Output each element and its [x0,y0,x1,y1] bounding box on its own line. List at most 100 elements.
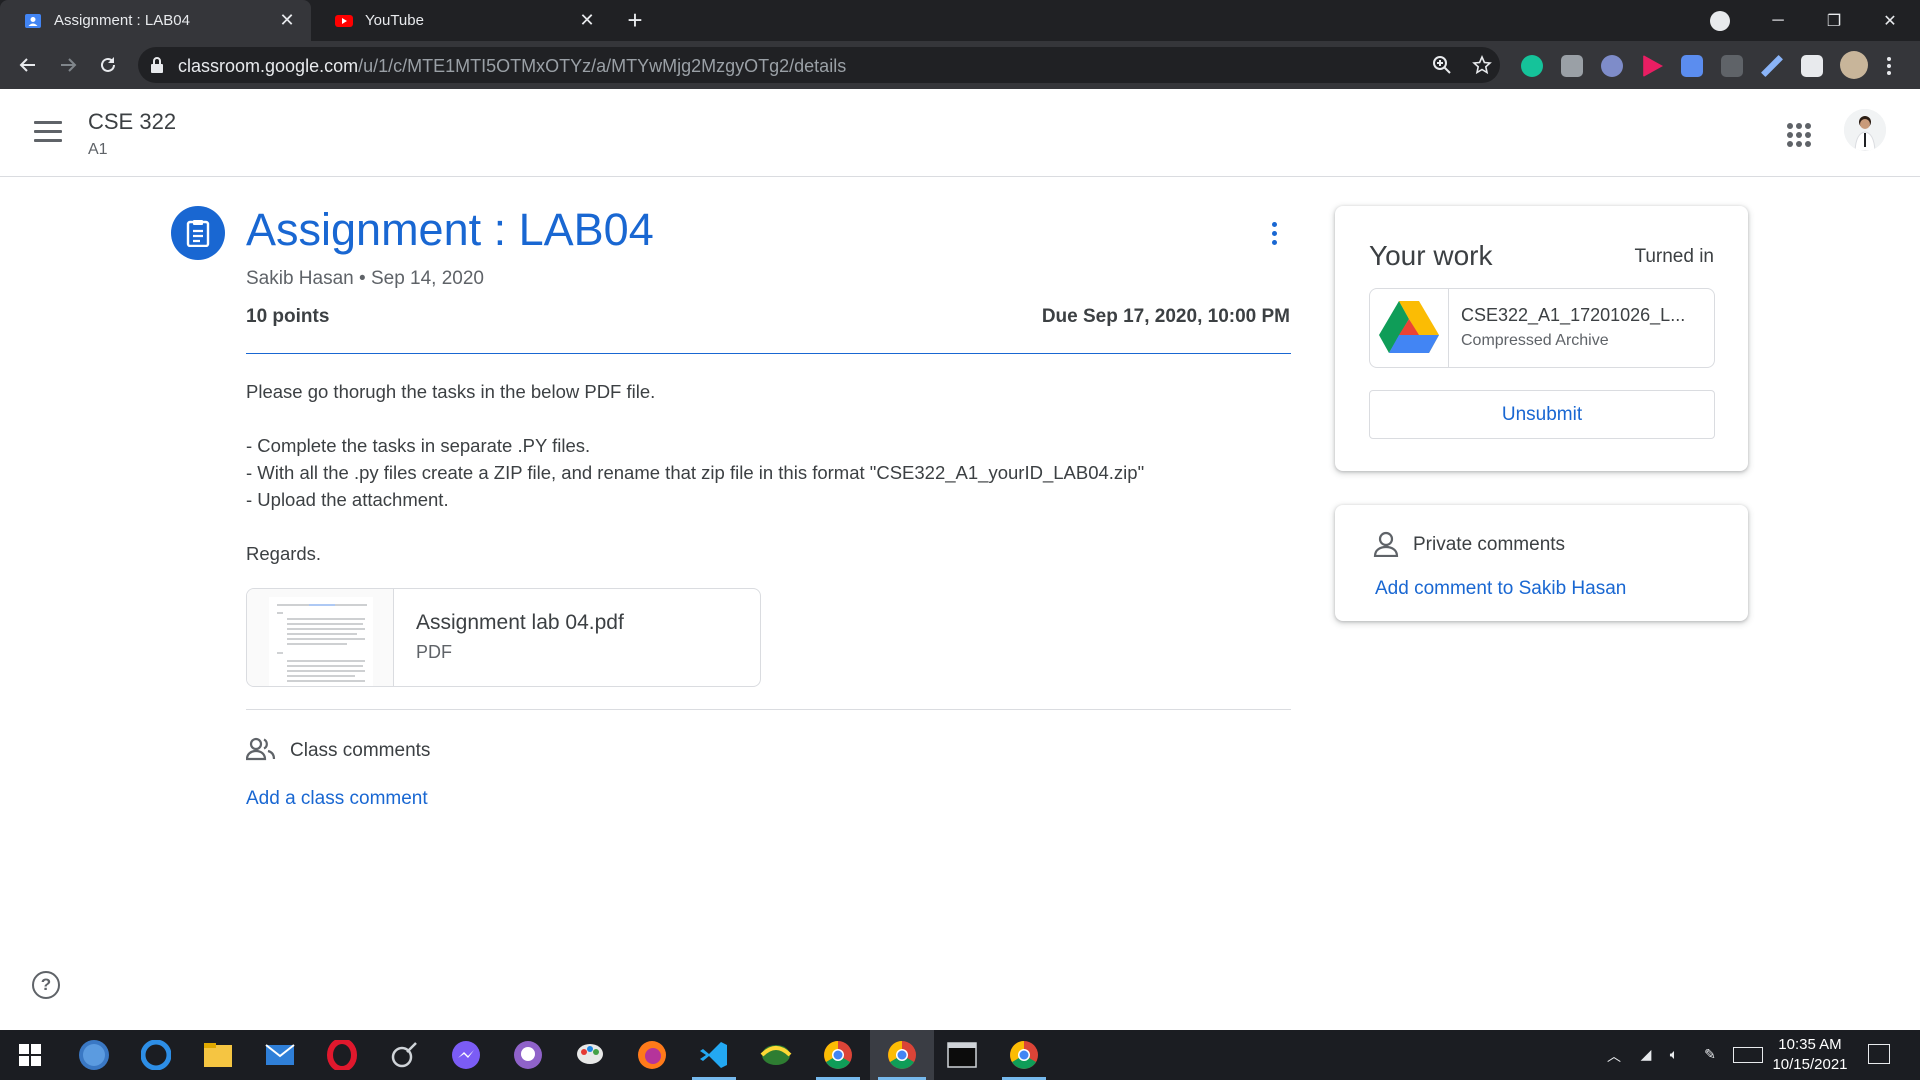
assignment-points: 10 points [246,306,330,327]
assignment-description: Please go thorugh the tasks in the below… [246,378,1291,567]
submitted-file-card[interactable]: CSE322_A1_17201026_L... Compressed Archi… [1369,288,1715,368]
paint-app-taskbar-icon[interactable] [560,1030,620,1080]
bookmark-star-icon[interactable] [1472,55,1492,75]
account-avatar[interactable] [1844,109,1886,151]
forward-button[interactable] [52,49,84,81]
system-clock[interactable]: 10:35 AM 10/15/2021 [1766,1035,1854,1075]
youtube-favicon-icon [335,14,353,27]
chrome-secondary-taskbar-icon[interactable] [994,1030,1054,1080]
help-icon[interactable]: ? [32,971,60,999]
tab-title: YouTube [365,12,424,29]
submitted-file-name: CSE322_A1_17201026_L... [1461,305,1686,325]
terminal-taskbar-icon[interactable] [932,1030,992,1080]
pdf-attachment-card[interactable]: Assignment lab 04.pdf PDF [246,588,761,687]
add-private-comment-link[interactable]: Add comment to Sakib Hasan [1375,578,1626,600]
description-line: Regards. [246,543,322,564]
zoom-icon[interactable] [1432,55,1452,75]
extension-icon-3[interactable] [1601,55,1623,77]
tab-close-icon[interactable]: ✕ [277,10,297,31]
back-button[interactable] [12,49,44,81]
mail-taskbar-icon[interactable] [250,1030,310,1080]
restore-button[interactable]: ❐ [1806,0,1862,41]
url-host: classroom.google.com [178,56,359,76]
reload-icon [101,57,115,72]
private-comments-card: Private comments Add comment to Sakib Ha… [1335,505,1748,621]
qbittorrent-taskbar-icon[interactable] [64,1030,124,1080]
edge-taskbar-icon[interactable] [126,1030,186,1080]
address-bar[interactable]: classroom.google.com/u/1/c/MTE1MTI5OTMxO… [138,47,1500,83]
chrome-active-taskbar-icon[interactable] [870,1030,934,1080]
back-arrow-icon [19,58,35,72]
description-line: - Upload the attachment. [246,489,449,510]
submission-status: Turned in [1634,246,1714,267]
course-section: A1 [88,141,108,158]
new-tab-button[interactable]: + [622,7,648,34]
unsubmit-button[interactable]: Unsubmit [1369,390,1715,439]
clock-date: 10/15/2021 [1772,1056,1848,1073]
windows-logo-icon [19,1044,41,1066]
attachment-name: Assignment lab 04.pdf [416,611,624,634]
classroom-favicon-icon [25,13,41,28]
main-menu-icon[interactable] [34,121,62,143]
minimize-button[interactable]: ─ [1750,0,1806,41]
firefox-taskbar-icon[interactable] [622,1030,682,1080]
grammarly-extension-icon[interactable] [1521,55,1543,77]
download-extension-icon[interactable] [1681,55,1703,77]
puzzle-extensions-icon[interactable] [1801,55,1823,77]
browser-menu-icon[interactable] [1886,55,1892,77]
pen-icon[interactable]: ✎ [1701,1046,1719,1064]
posted-date: Sep 14, 2020 [370,268,484,289]
earth-app-taskbar-icon[interactable] [746,1030,806,1080]
tab-assignment[interactable]: Assignment : LAB04 ✕ [0,0,311,41]
description-line [246,513,1291,540]
close-window-button[interactable]: ✕ [1862,0,1918,41]
author-name: Sakib Hasan [246,268,354,289]
assignment-type-icon [171,206,225,260]
reload-button[interactable] [92,49,124,81]
course-name[interactable]: CSE 322 [88,109,176,135]
file-icon-box [1370,289,1449,367]
more-options-icon[interactable] [1264,218,1284,248]
due-date: Due Sep 17, 2020, 10:00 PM [1041,306,1290,327]
browser-toolbar: classroom.google.com/u/1/c/MTE1MTI5OTMxO… [0,41,1920,89]
opera-taskbar-icon[interactable] [312,1030,372,1080]
description-line: - With all the .py files create a ZIP fi… [246,462,1145,483]
profile-avatar-icon[interactable] [1840,51,1868,79]
google-apps-icon[interactable] [1787,123,1811,147]
file-explorer-taskbar-icon[interactable] [188,1030,248,1080]
pen-extension-icon[interactable] [1761,55,1783,77]
tray-chevron-icon[interactable]: ︿ [1605,1046,1623,1064]
assignment-title: Assignment : LAB04 [246,204,654,255]
satellite-app-taskbar-icon[interactable] [374,1030,434,1080]
people-icon [246,737,276,761]
vscode-taskbar-icon[interactable] [684,1030,744,1080]
classroom-header: CSE 322 A1 [0,89,1920,177]
forward-arrow-icon [61,58,77,72]
header-divider [246,353,1291,354]
network-icon[interactable]: ◢ [1637,1046,1655,1064]
tab-youtube[interactable]: YouTube ✕ [311,0,611,41]
assignment-meta: Sakib Hasan • Sep 14, 2020 [246,268,484,290]
tab-close-icon[interactable]: ✕ [577,10,597,31]
tab-search-icon[interactable] [1710,11,1730,31]
private-comments-label: Private comments [1413,534,1566,555]
chrome-profile-taskbar-icon[interactable] [808,1030,868,1080]
lock-icon [151,57,163,73]
browser-tab-strip: Assignment : LAB04 ✕ YouTube ✕ + ─ ❐ ✕ [0,0,1920,41]
volume-icon[interactable]: 🔈︎ [1665,1046,1683,1064]
clipboard-icon [186,220,210,247]
meta-separator: • [359,268,366,289]
comments-divider [246,709,1291,710]
extension-icon-6[interactable] [1721,55,1743,77]
pdf-thumbnail [247,589,394,686]
start-button[interactable] [0,1030,60,1080]
notification-center-icon[interactable] [1868,1044,1890,1064]
github-taskbar-icon[interactable] [498,1030,558,1080]
add-class-comment-link[interactable]: Add a class comment [246,788,428,810]
camera-extension-icon[interactable] [1561,55,1583,77]
messenger-taskbar-icon[interactable] [436,1030,496,1080]
submitted-file-type: Compressed Archive [1461,332,1609,349]
your-work-title: Your work [1369,240,1493,271]
play-extension-icon[interactable] [1643,55,1663,77]
keyboard-icon[interactable] [1733,1047,1763,1063]
